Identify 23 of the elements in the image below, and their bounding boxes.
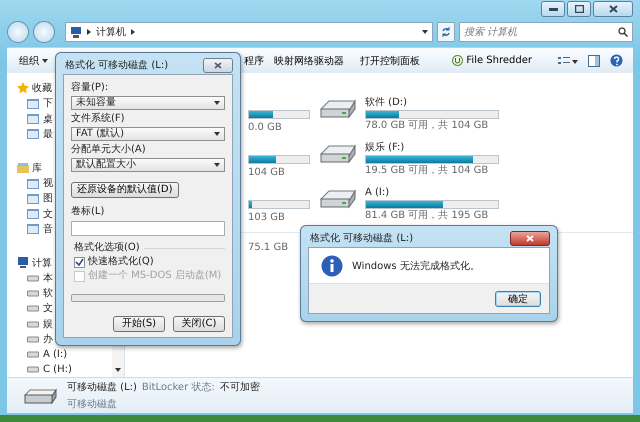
drive-space: 19.5 GB 可用，共 104 GB	[365, 165, 490, 177]
bitlocker-label: BitLocker 状态:	[142, 380, 215, 394]
field-label: 分配单元大小(A)	[71, 144, 147, 156]
dropdown-value: FAT (默认)	[76, 128, 124, 140]
dialog-title: 格式化 可移动磁盘 (L:)	[310, 232, 414, 245]
drive-space: 103 GB	[248, 212, 286, 224]
drive-type: 可移动磁盘	[67, 398, 118, 411]
drive-space: 75.1 GB	[248, 242, 290, 254]
bitlocker-status: 不可加密	[220, 380, 260, 394]
dialog-title: 格式化 可移动磁盘 (L:)	[65, 58, 168, 72]
drive-space: 0.0 GB	[248, 122, 283, 134]
field-label: 卷标(L)	[71, 206, 106, 218]
group-title: 格式化选项(O)	[74, 242, 140, 254]
drive-name: 可移动磁盘 (L:)	[67, 381, 137, 394]
drive-space: 104 GB	[248, 167, 286, 179]
field-label: 容量(P):	[71, 82, 110, 94]
message-text: Windows 无法完成格式化。	[352, 260, 480, 272]
drive-space: 78.0 GB 可用，共 104 GB	[365, 120, 490, 132]
dropdown-value: 未知容量	[76, 97, 116, 109]
dropdown-value: 默认配置大小	[76, 159, 136, 171]
field-label: 文件系统(F)	[71, 113, 126, 125]
address-text: 计算机	[96, 26, 126, 39]
drive-space: 81.4 GB 可用，共 195 GB	[365, 210, 490, 222]
